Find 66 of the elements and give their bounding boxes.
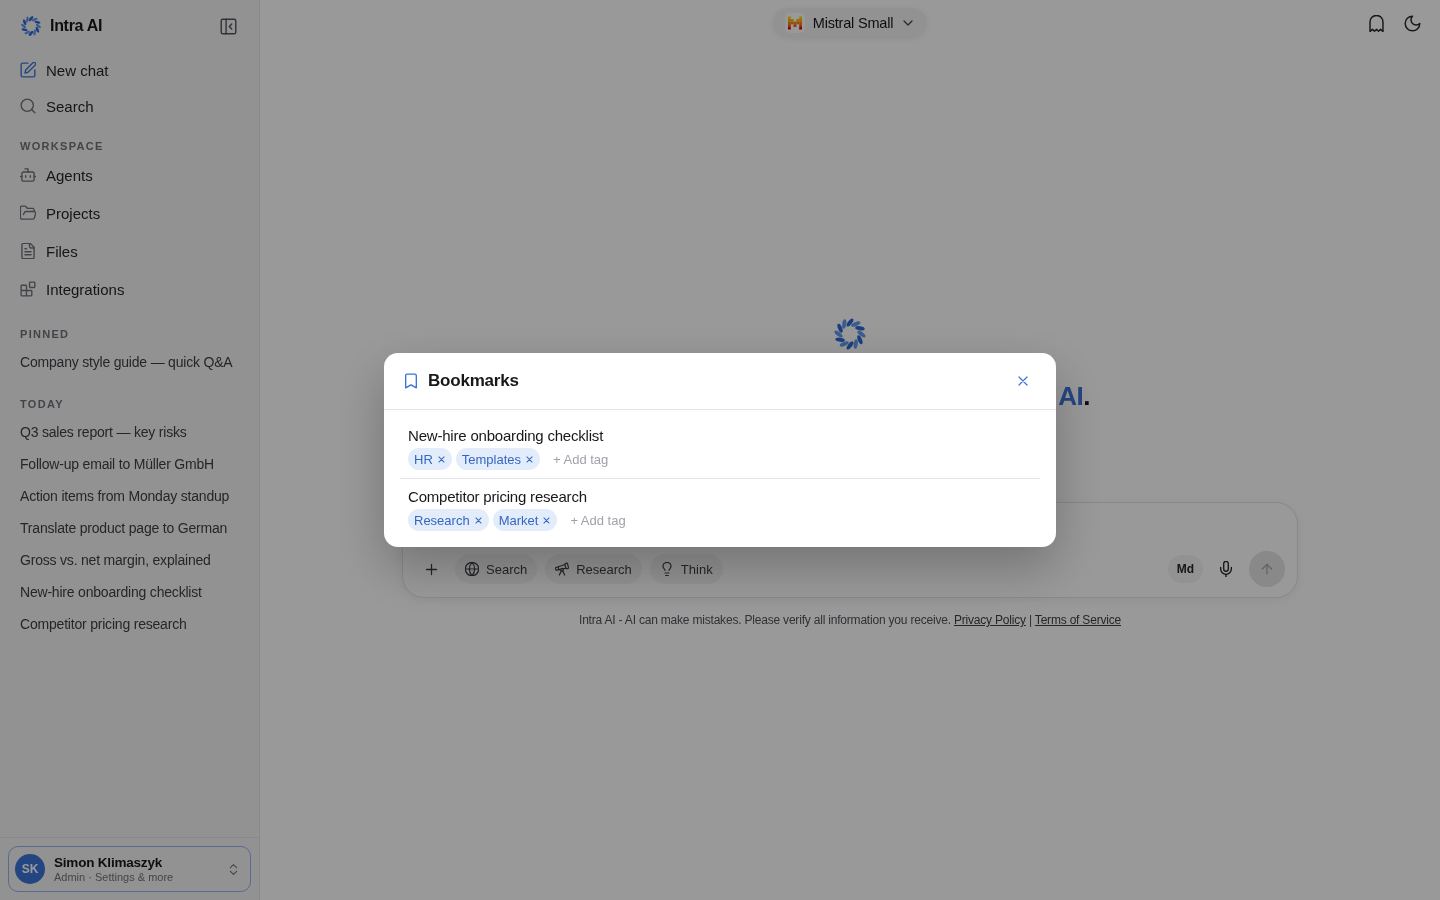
bookmark-title[interactable]: Competitor pricing research bbox=[408, 487, 587, 507]
chat-history-item[interactable]: Q3 sales report — key risks bbox=[10, 416, 251, 448]
chat-history-item[interactable]: Competitor pricing research bbox=[10, 608, 251, 640]
blocks-icon bbox=[20, 281, 36, 297]
globe-icon bbox=[465, 562, 479, 576]
close-icon bbox=[473, 515, 483, 525]
welcome-heading: AI. bbox=[1058, 380, 1090, 412]
bookmark-icon bbox=[403, 373, 419, 389]
microphone-icon bbox=[1218, 561, 1234, 577]
section-label: TODAY bbox=[19, 397, 65, 412]
bookmark-title[interactable]: New-hire onboarding checklist bbox=[408, 426, 604, 446]
user-avatar: SK bbox=[15, 854, 45, 884]
chevrons-up-down-icon bbox=[227, 862, 240, 876]
tag-label: HR bbox=[414, 451, 433, 467]
nav-item[interactable]: Projects bbox=[10, 194, 249, 232]
remove-tag-button[interactable] bbox=[525, 454, 535, 464]
nav-item[interactable]: Agents bbox=[10, 156, 249, 194]
search-icon bbox=[20, 98, 36, 114]
close-icon bbox=[436, 454, 446, 464]
section-label: PINNED bbox=[19, 327, 71, 342]
tag-label: Research bbox=[414, 512, 470, 528]
app-name: Intra AI bbox=[50, 17, 103, 35]
close-icon bbox=[1016, 374, 1030, 388]
plus-icon bbox=[423, 561, 439, 577]
close-icon bbox=[525, 454, 535, 464]
nav-item[interactable]: Integrations bbox=[10, 270, 249, 308]
dialog-title: Bookmarks bbox=[428, 371, 519, 391]
user-role-text: Admin · Settings & more bbox=[54, 871, 175, 883]
tag-label: Market bbox=[498, 512, 539, 528]
telescope-icon bbox=[555, 562, 570, 576]
footer-link[interactable]: Terms of Service bbox=[1034, 613, 1121, 627]
remove-tag-button[interactable] bbox=[542, 515, 552, 525]
sidebar-panel-icon bbox=[219, 17, 237, 35]
remove-tag-button[interactable] bbox=[473, 515, 483, 525]
nav-item[interactable]: Search bbox=[10, 88, 249, 124]
robot-icon bbox=[20, 167, 36, 183]
tool-button[interactable]: Research bbox=[545, 554, 642, 584]
chat-history-item[interactable]: Action items from Monday standup bbox=[10, 480, 251, 512]
section-label: WORKSPACE bbox=[19, 139, 105, 154]
nav-item[interactable]: Files bbox=[10, 232, 249, 270]
close-icon bbox=[542, 515, 552, 525]
user-menu-button[interactable]: SK Simon Klimaszyk Admin · Settings & more bbox=[8, 846, 251, 892]
model-logo-icon bbox=[784, 13, 805, 33]
pencil-square-icon bbox=[20, 62, 36, 78]
tool-button[interactable]: Think bbox=[649, 554, 723, 584]
footer-link[interactable]: Privacy Policy bbox=[953, 613, 1026, 627]
document-icon bbox=[20, 243, 36, 259]
remove-tag-button[interactable] bbox=[436, 454, 446, 464]
user-name: Simon Klimaszyk bbox=[54, 855, 164, 870]
disclaimer-text: Intra AI - AI can make mistakes. Please verify all information you receive. Privacy Policy | Terms of Service bbox=[579, 612, 1121, 628]
chat-history-item[interactable]: New-hire onboarding checklist bbox=[10, 576, 251, 608]
tag-label: Templates bbox=[461, 451, 522, 467]
logo-icon bbox=[833, 317, 867, 351]
lightbulb-icon bbox=[659, 562, 674, 576]
chat-history-item[interactable]: Company style guide — quick Q&A bbox=[10, 346, 251, 378]
model-selector[interactable]: Mistral Small bbox=[772, 8, 928, 38]
chat-history-item[interactable]: Translate product page to German bbox=[10, 512, 251, 544]
folder-icon bbox=[20, 205, 36, 221]
format-button[interactable]: Md bbox=[1167, 555, 1203, 583]
logo-icon bbox=[20, 15, 42, 37]
chat-history-item[interactable]: Follow-up email to Müller GmbH bbox=[10, 448, 251, 480]
moon-icon bbox=[1403, 14, 1421, 32]
nav-item[interactable]: New chat bbox=[10, 52, 249, 88]
tool-button[interactable]: Search bbox=[455, 554, 538, 584]
chat-history-item[interactable]: Gross vs. net margin, explained bbox=[10, 544, 251, 576]
ghost-icon bbox=[1367, 14, 1385, 32]
